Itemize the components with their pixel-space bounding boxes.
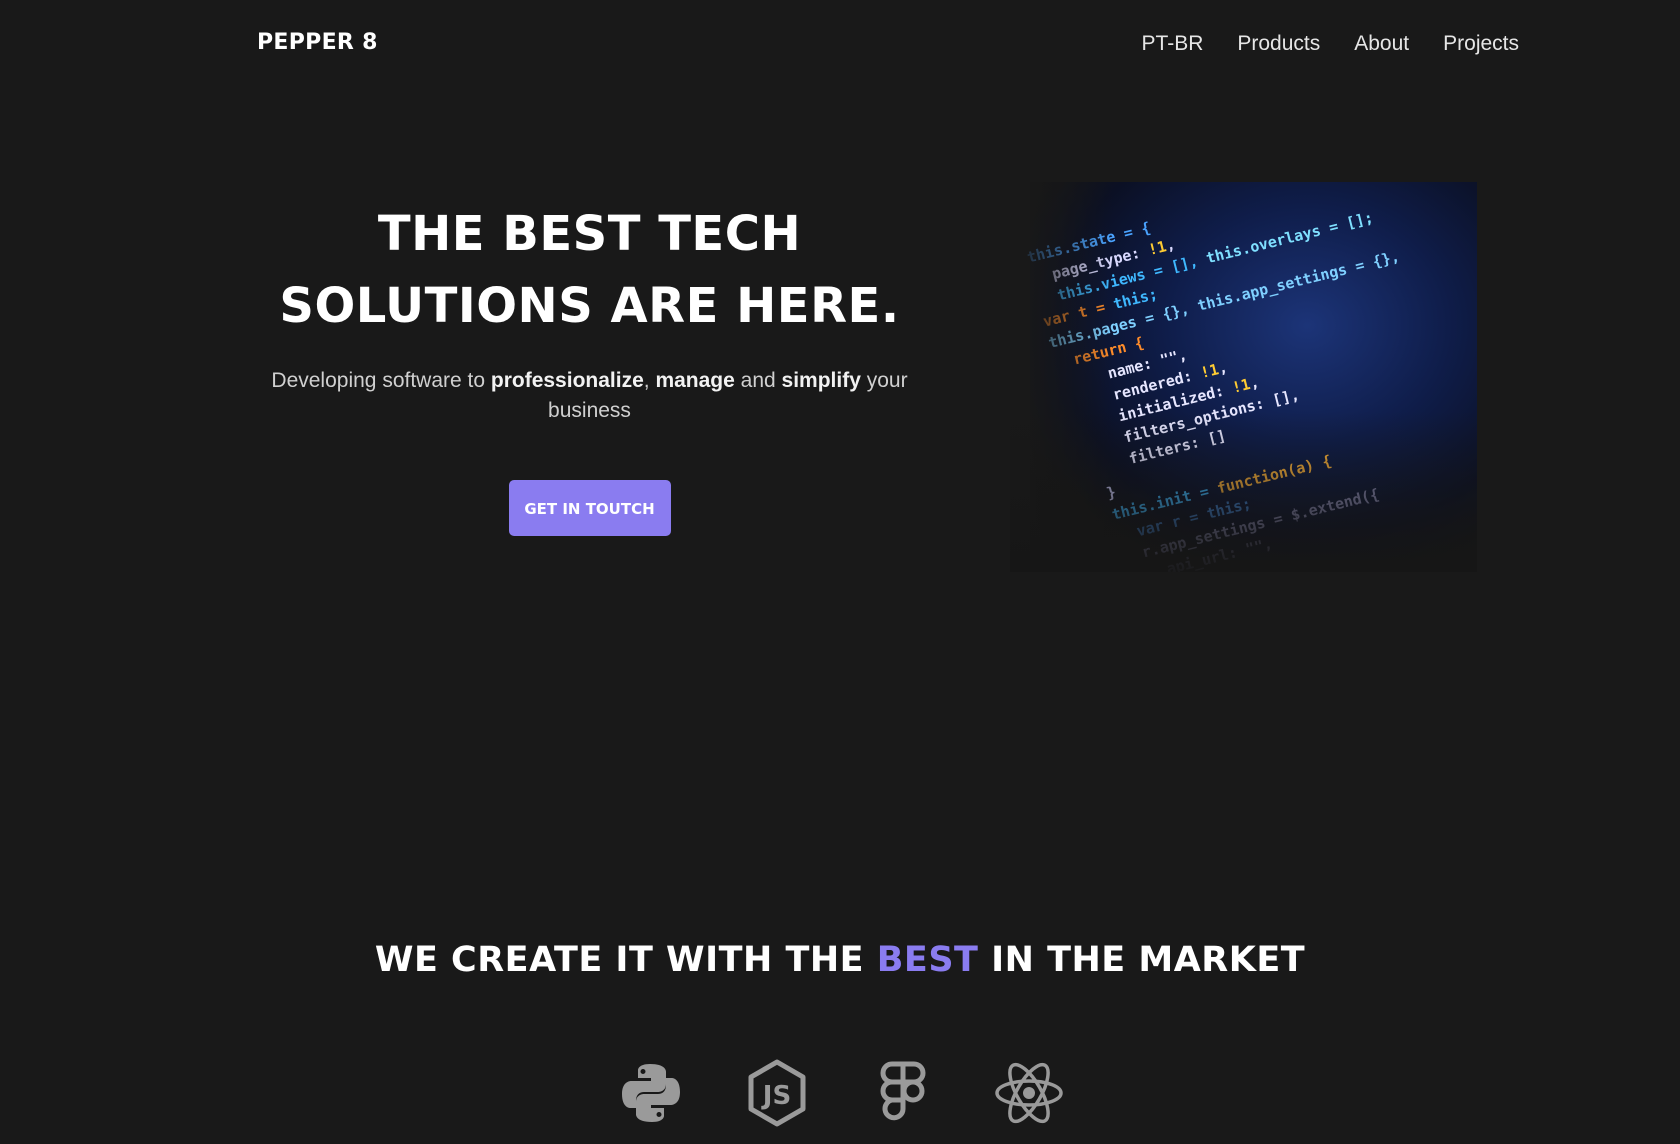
- subtitle-text: ,: [643, 369, 656, 392]
- hero-subtitle: Developing software to professionalize, …: [270, 366, 910, 426]
- main-nav: PT-BR Products About Projects: [1108, 30, 1519, 58]
- nodejs-icon: JS: [742, 1058, 812, 1128]
- subtitle-bold: simplify: [781, 369, 861, 392]
- tech-title-text: IN THE MARKET: [978, 940, 1306, 980]
- hero-title-line-2: SOLUTIONS ARE HERE.: [279, 278, 900, 334]
- hero-section: THE BEST TECH SOLUTIONS ARE HERE. Develo…: [257, 198, 922, 536]
- hero-title: THE BEST TECH SOLUTIONS ARE HERE.: [257, 198, 922, 342]
- logo[interactable]: PEPPER 8: [257, 30, 378, 55]
- hero-title-line-1: THE BEST TECH: [377, 206, 802, 262]
- tech-icons-row: JS: [0, 1058, 1680, 1128]
- nav-item-products[interactable]: Products: [1237, 30, 1320, 58]
- get-in-touch-button[interactable]: GET IN TOUTCH: [508, 480, 671, 536]
- subtitle-bold: manage: [655, 369, 735, 392]
- code-screenshot-image: this.state = { page_type: !1, this.views…: [1010, 170, 1477, 572]
- tech-section-title: WE CREATE IT WITH THE BEST IN THE MARKET: [0, 940, 1680, 980]
- subtitle-text: and: [734, 369, 782, 392]
- subtitle-text: Developing software to: [271, 369, 491, 392]
- python-icon: [616, 1058, 686, 1128]
- figma-icon: [868, 1058, 938, 1128]
- svg-text:JS: JS: [761, 1081, 791, 1111]
- react-icon: [994, 1058, 1064, 1128]
- tech-title-text: WE CREATE IT WITH THE: [374, 940, 877, 980]
- tech-title-accent: BEST: [876, 940, 979, 980]
- page: PEPPER 8 PT-BR Products About Projects T…: [0, 0, 1680, 1144]
- subtitle-bold: professionalize: [490, 369, 644, 392]
- nav-item-pt-br[interactable]: PT-BR: [1142, 30, 1204, 58]
- nav-item-projects[interactable]: Projects: [1443, 30, 1519, 58]
- nav-item-about[interactable]: About: [1354, 30, 1409, 58]
